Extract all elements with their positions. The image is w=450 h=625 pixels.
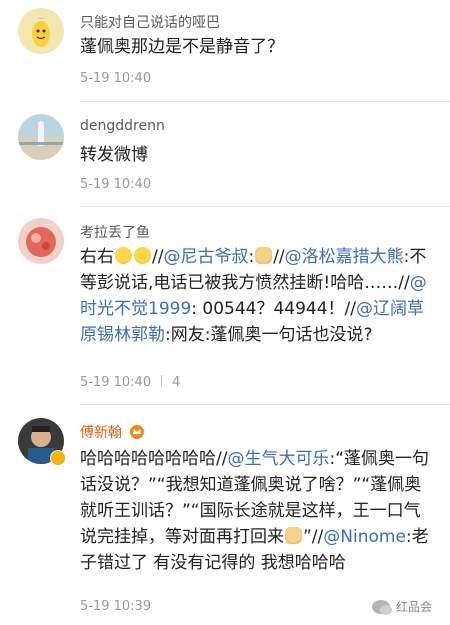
laugh-emoji-icon (115, 247, 132, 264)
comment-text-segment: ”// (303, 527, 324, 547)
comment-username[interactable]: dengddrenn (80, 118, 165, 134)
avatar[interactable] (18, 218, 64, 264)
comment-text-segment: // (216, 449, 228, 469)
comment-text: 右右//@尼古爷叔://@洛松嘉措大熊:不等彭说话,电话已被我方愤然挂断!哈哈…… (80, 244, 432, 348)
svg-text:…: … (38, 14, 44, 21)
divider (80, 206, 450, 207)
comment-meta: 5-19 10:40 4 (80, 375, 180, 390)
verified-badge-icon (50, 450, 66, 466)
dog-emoji-icon (255, 247, 273, 264)
comment-text: 哈哈哈哈哈哈哈哈//@生气大可乐:“蓬佩奥一句话没说？”“我想知道蓬佩奥说了啥？… (80, 446, 432, 576)
reply-count[interactable]: 4 (172, 375, 180, 390)
comment-text-segment: // (273, 247, 285, 267)
watermark-text: 红品会 (395, 600, 432, 614)
dog-emoji-icon (285, 527, 302, 544)
comment-text: 蓬佩奥那边是不是静音了？ (80, 37, 284, 57)
comment-username[interactable]: 考拉丢了鱼 (80, 222, 150, 242)
comment-timestamp: 5-19 10:40 (80, 177, 152, 192)
mention-link[interactable]: @洛松嘉措大熊 (285, 247, 404, 267)
divider (80, 101, 450, 102)
laugh-emoji-icon (134, 247, 151, 264)
comment-text-segment: :网友:蓬佩奥一句话也没说? (165, 325, 373, 345)
divider (80, 404, 450, 405)
comment-text-segment: : 00544？44944！// (191, 299, 357, 319)
mention-link[interactable]: @生气大可乐 (227, 449, 329, 469)
mention-link[interactable]: @Ninome (323, 527, 406, 547)
comment-timestamp: 5-19 10:39 (80, 599, 152, 614)
comment-timestamp: 5-19 10:40 (80, 71, 152, 86)
comment-text-segment: 右右 (80, 247, 114, 267)
avatar[interactable] (18, 114, 64, 160)
comment-text-segment: // (152, 247, 164, 267)
wechat-icon (371, 599, 392, 615)
comment-text: 转发微博 (80, 145, 148, 165)
comment-username[interactable]: 傅新翰 (80, 422, 146, 442)
comment-username[interactable]: 只能对自己说话的哑巴 (80, 12, 220, 32)
meta-separator (161, 375, 163, 387)
comment-text-segment: : (248, 247, 255, 267)
avatar[interactable]: … (18, 8, 64, 54)
comment-timestamp: 5-19 10:40 (80, 375, 152, 390)
mention-link[interactable]: @尼古爷叔 (163, 247, 248, 267)
watermark: 红品会 (371, 598, 432, 615)
vip-crown-icon (130, 425, 144, 439)
comment-username-text: 傅新翰 (80, 425, 122, 441)
comment-text-segment: 哈哈哈哈哈哈哈哈 (80, 449, 216, 469)
